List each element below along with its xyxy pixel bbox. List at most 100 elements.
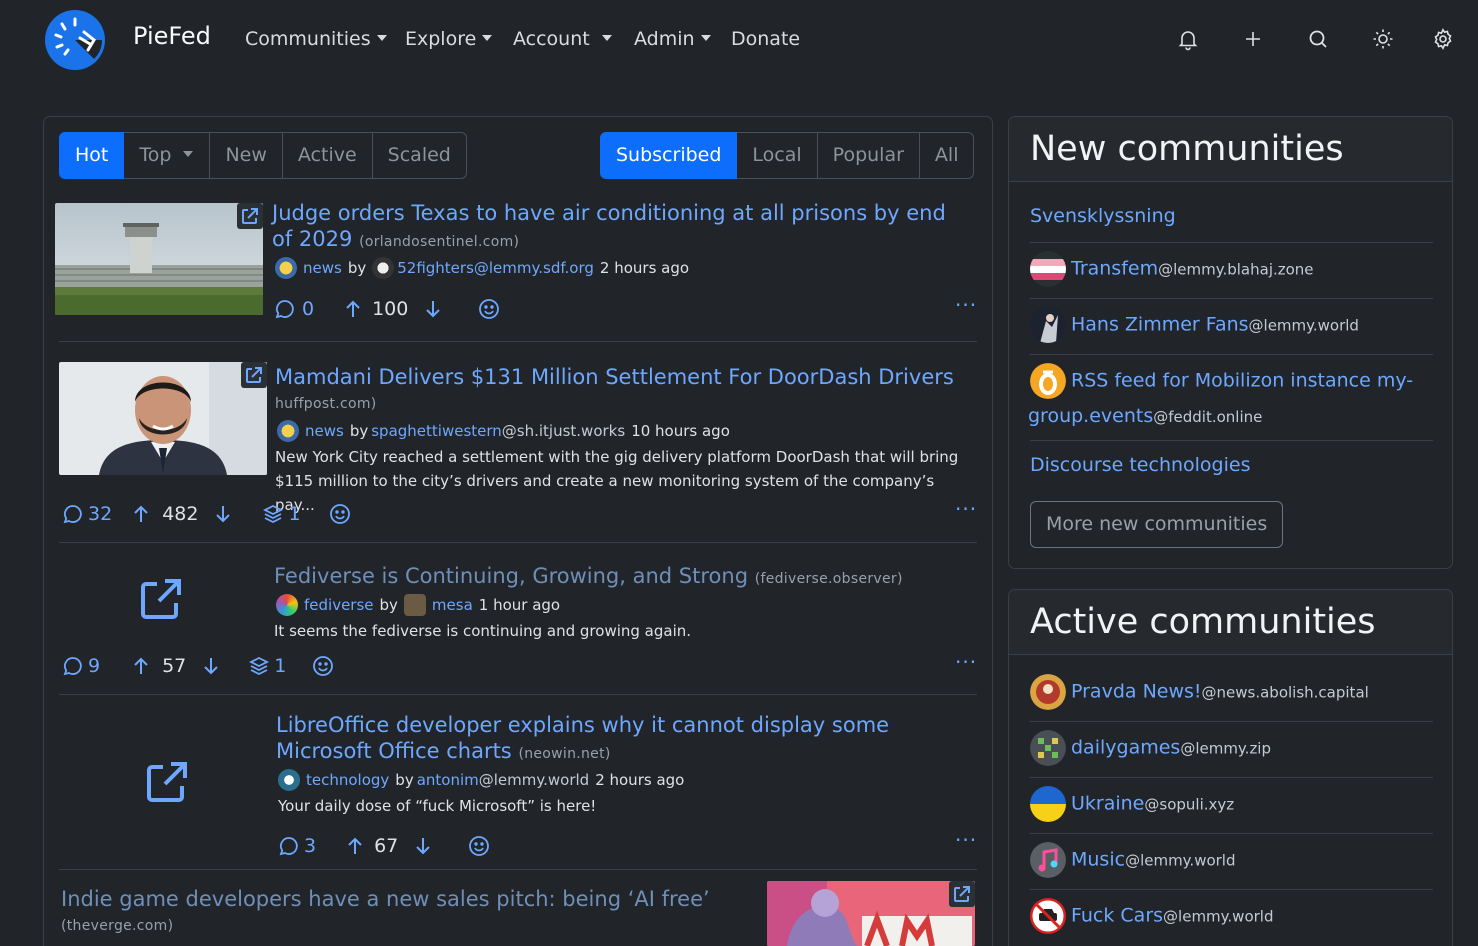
community-item[interactable]: Hans Zimmer Fans@lemmy.world bbox=[1030, 307, 1433, 343]
upvote-arrow-icon[interactable] bbox=[346, 836, 364, 856]
post-thumbnail-portrait[interactable] bbox=[59, 362, 267, 475]
comment-count[interactable]: 32 bbox=[88, 503, 112, 525]
post-title[interactable]: Indie game developers have a new sales p… bbox=[61, 886, 751, 912]
tab-new[interactable]: New bbox=[210, 132, 283, 179]
more-new-communities-button[interactable]: More new communities bbox=[1030, 501, 1284, 548]
community-item[interactable]: Pravda News!@news.abolish.capital bbox=[1030, 674, 1433, 710]
tab-scaled[interactable]: Scaled bbox=[372, 132, 467, 179]
chevron-down-icon bbox=[601, 34, 612, 41]
author-link[interactable]: antonim@lemmy.world bbox=[417, 771, 589, 789]
comment-icon[interactable] bbox=[274, 298, 296, 320]
brand-name[interactable]: PieFed bbox=[133, 22, 211, 50]
crosspost-icon[interactable] bbox=[262, 503, 284, 525]
community-instance: @lemmy.world bbox=[1163, 907, 1274, 926]
emoji-reaction-icon[interactable] bbox=[312, 655, 334, 677]
post-thumbnail-prison[interactable] bbox=[55, 203, 263, 315]
nav-donate[interactable]: Donate bbox=[731, 28, 800, 50]
community-name[interactable]: Pravda News! bbox=[1071, 681, 1202, 703]
tab-popular[interactable]: Popular bbox=[817, 132, 920, 179]
community-name[interactable]: dailygames bbox=[1071, 737, 1180, 759]
community-item[interactable]: Fuck Cars@lemmy.world bbox=[1030, 898, 1433, 934]
comment-count[interactable]: 9 bbox=[88, 655, 100, 677]
bell-icon[interactable] bbox=[1176, 27, 1200, 51]
external-link-icon[interactable] bbox=[137, 575, 185, 623]
community-item[interactable]: Music@lemmy.world bbox=[1030, 842, 1433, 878]
community-item[interactable]: Discourse technologies bbox=[1030, 454, 1433, 476]
upvote-arrow-icon[interactable] bbox=[132, 656, 150, 676]
community-name[interactable]: RSS feed for Mobilizon instance my- bbox=[1071, 370, 1413, 392]
emoji-reaction-icon[interactable] bbox=[478, 298, 500, 320]
downvote-arrow-icon[interactable] bbox=[202, 656, 220, 676]
nav-communities[interactable]: Communities bbox=[245, 28, 387, 50]
community-link[interactable]: news bbox=[303, 259, 342, 277]
community-item[interactable]: Ukraine@sopuli.xyz bbox=[1030, 786, 1433, 822]
nav-account-label: Account bbox=[513, 28, 590, 50]
search-icon[interactable] bbox=[1306, 27, 1330, 51]
post-title[interactable]: Judge orders Texas to have air condition… bbox=[272, 200, 972, 255]
post-options-icon[interactable]: ··· bbox=[955, 497, 977, 521]
post-title[interactable]: LibreOffice developer explains why it ca… bbox=[276, 712, 976, 767]
post-title[interactable]: Fediverse is Continuing, Growing, and St… bbox=[274, 563, 974, 592]
theme-sun-icon[interactable] bbox=[1371, 27, 1395, 51]
downvote-arrow-icon[interactable] bbox=[414, 836, 432, 856]
post-title[interactable]: Mamdani Delivers $131 Million Settlement… bbox=[275, 364, 965, 390]
community-name[interactable]: Svensklyssning bbox=[1030, 205, 1176, 227]
comment-count[interactable]: 3 bbox=[304, 835, 316, 857]
post-time: 2 hours ago bbox=[595, 771, 685, 789]
community-name[interactable]: Ukraine bbox=[1071, 793, 1144, 815]
community-name[interactable]: Transfem bbox=[1071, 258, 1158, 280]
external-link-icon[interactable] bbox=[237, 203, 263, 229]
crosspost-icon[interactable] bbox=[248, 655, 270, 677]
community-link[interactable]: technology bbox=[306, 771, 389, 789]
crosspost-count[interactable]: 1 bbox=[288, 503, 300, 525]
post-options-icon[interactable]: ··· bbox=[955, 650, 977, 674]
community-name[interactable]: group.events bbox=[1028, 405, 1153, 427]
emoji-reaction-icon[interactable] bbox=[468, 835, 490, 857]
community-item[interactable]: dailygames@lemmy.zip bbox=[1030, 730, 1433, 766]
crosspost-count[interactable]: 1 bbox=[274, 655, 286, 677]
tab-top[interactable]: Top bbox=[124, 132, 211, 179]
comment-count[interactable]: 0 bbox=[302, 298, 314, 320]
piefed-logo-icon[interactable] bbox=[44, 10, 108, 70]
external-link-icon[interactable] bbox=[949, 881, 975, 907]
downvote-arrow-icon[interactable] bbox=[424, 299, 442, 319]
author-link[interactable]: 52fighters@lemmy.sdf.org bbox=[397, 259, 594, 277]
community-name[interactable]: Fuck Cars bbox=[1071, 905, 1163, 927]
external-link-icon[interactable] bbox=[241, 362, 267, 388]
external-link-icon[interactable] bbox=[143, 758, 191, 806]
community-link[interactable]: fediverse bbox=[304, 596, 374, 614]
post-meta: fediverse by mesa 1 hour ago bbox=[276, 594, 560, 616]
community-item[interactable]: Svensklyssning bbox=[1030, 205, 1433, 227]
nav-explore[interactable]: Explore bbox=[405, 28, 493, 50]
community-avatar bbox=[1030, 251, 1066, 287]
author-link[interactable]: spaghettiwestern@sh.itjust.works bbox=[371, 422, 625, 440]
nav-admin[interactable]: Admin bbox=[634, 28, 711, 50]
plus-icon[interactable] bbox=[1241, 27, 1265, 51]
tab-local[interactable]: Local bbox=[737, 132, 818, 179]
emoji-reaction-icon[interactable] bbox=[329, 503, 351, 525]
community-item[interactable]: RSS feed for Mobilizon instance my-group… bbox=[1028, 363, 1433, 434]
upvote-arrow-icon[interactable] bbox=[132, 504, 150, 524]
post-title-text[interactable]: Fediverse is Continuing, Growing, and St… bbox=[274, 564, 748, 588]
author-link[interactable]: mesa bbox=[432, 596, 473, 614]
comment-icon[interactable] bbox=[62, 655, 84, 677]
upvote-arrow-icon[interactable] bbox=[344, 299, 362, 319]
tab-subscribed[interactable]: Subscribed bbox=[600, 132, 738, 179]
post-thumbnail-illustration[interactable] bbox=[767, 881, 975, 946]
community-name[interactable]: Music bbox=[1071, 849, 1125, 871]
community-name[interactable]: Hans Zimmer Fans bbox=[1071, 314, 1249, 336]
post-options-icon[interactable]: ··· bbox=[955, 293, 977, 317]
downvote-arrow-icon[interactable] bbox=[214, 504, 232, 524]
community-item[interactable]: Transfem@lemmy.blahaj.zone bbox=[1030, 251, 1433, 287]
comment-icon[interactable] bbox=[278, 835, 300, 857]
nav-account[interactable]: Account bbox=[513, 28, 612, 50]
score-count: 57 bbox=[162, 655, 187, 677]
gear-icon[interactable] bbox=[1431, 27, 1455, 51]
comment-icon[interactable] bbox=[62, 503, 84, 525]
community-link[interactable]: news bbox=[305, 422, 344, 440]
tab-hot[interactable]: Hot bbox=[59, 132, 125, 179]
tab-all[interactable]: All bbox=[919, 132, 975, 179]
post-options-icon[interactable]: ··· bbox=[955, 828, 977, 852]
tab-active[interactable]: Active bbox=[282, 132, 373, 179]
community-name[interactable]: Discourse technologies bbox=[1030, 454, 1251, 476]
